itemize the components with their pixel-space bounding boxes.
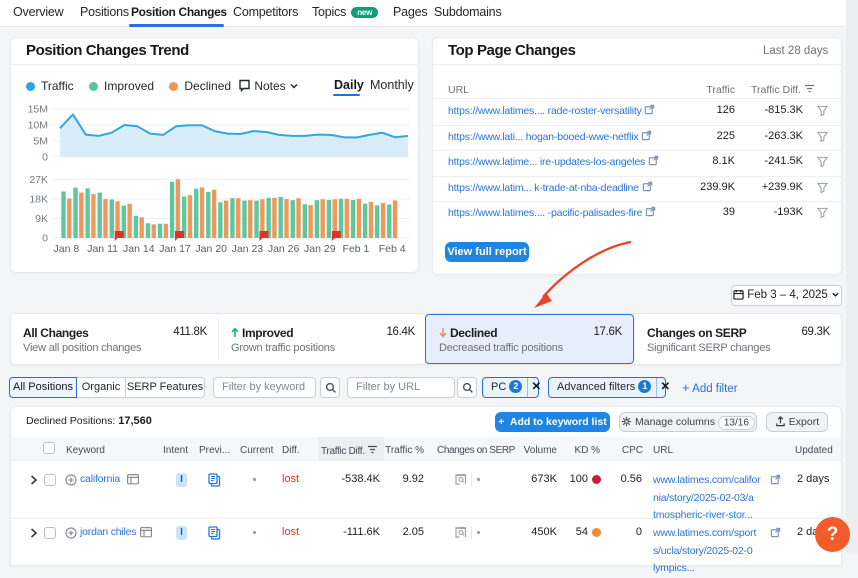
svg-text:Feb 4: Feb 4 bbox=[379, 243, 406, 255]
svg-text:Feb 1: Feb 1 bbox=[343, 243, 370, 255]
svg-text:10M: 10M bbox=[28, 120, 48, 132]
svg-text:Jan 29: Jan 29 bbox=[304, 243, 336, 255]
svg-text:15M: 15M bbox=[28, 104, 48, 116]
svg-text:0: 0 bbox=[42, 152, 48, 164]
svg-text:Jan 20: Jan 20 bbox=[195, 243, 227, 255]
svg-text:Jan 26: Jan 26 bbox=[268, 243, 300, 255]
svg-text:Jan 17: Jan 17 bbox=[159, 243, 191, 255]
svg-text:Jan 11: Jan 11 bbox=[87, 243, 118, 255]
svg-text:27K: 27K bbox=[29, 174, 48, 186]
svg-text:5M: 5M bbox=[33, 136, 48, 148]
svg-text:Jan 8: Jan 8 bbox=[54, 243, 80, 255]
svg-text:0: 0 bbox=[42, 233, 48, 245]
svg-text:9K: 9K bbox=[35, 213, 48, 225]
svg-text:Jan 23: Jan 23 bbox=[232, 243, 264, 255]
svg-text:18K: 18K bbox=[29, 194, 48, 206]
svg-text:Jan 14: Jan 14 bbox=[123, 243, 155, 255]
